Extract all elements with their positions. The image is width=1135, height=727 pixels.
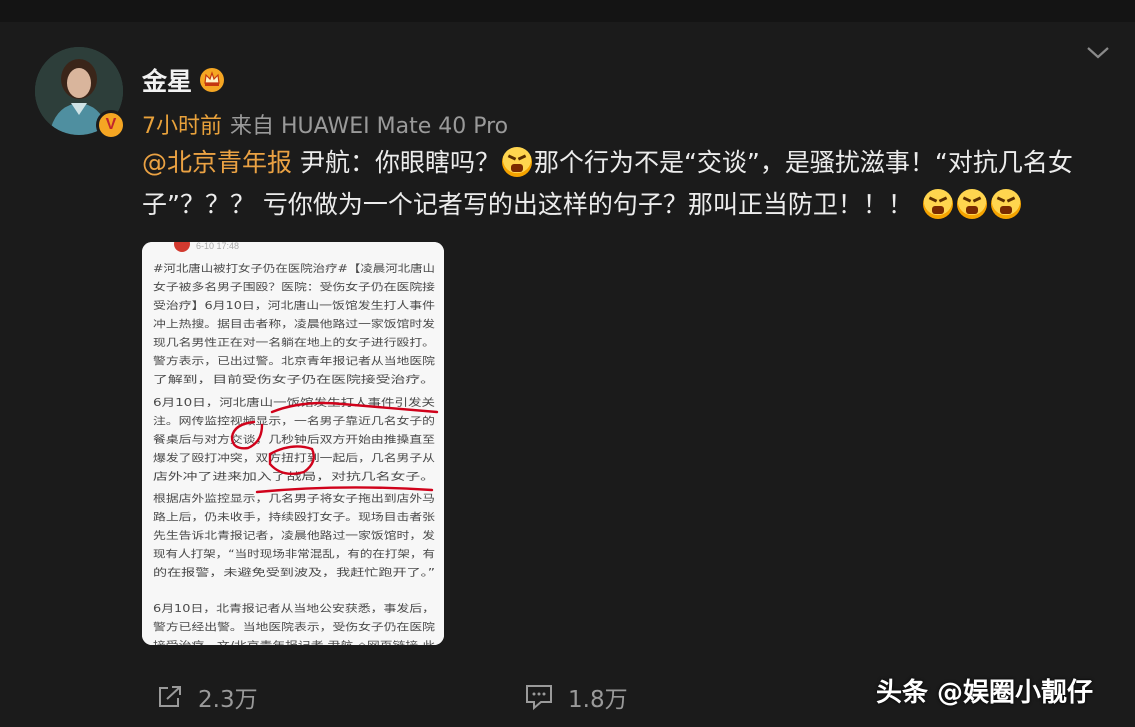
image-text-line: 受治疗】6月10日，河北唐山一饭馆发生打人事件 [153,299,435,312]
image-text-line: 现有人打架，“当时现场非常混乱，有的在打架，有 [153,548,435,561]
weibo-post-card: V 金星 7小时前 来自 HUAWEI Mate 40 Pro @北京青年报 尹航… [0,0,1135,727]
share-button[interactable]: 2.3万 [156,680,258,714]
image-text-line: 警方已经出警。当地医院表示，受伤女子仍在医院 [153,621,436,634]
angry-face-icon [956,189,987,219]
angry-face-icon [501,147,532,177]
post-text: @北京青年报 尹航：你眼瞎吗？ 那个行为不是“交谈”，是骚扰滋事！“对抗几名女子”… [142,142,1092,226]
watermark: 头条 @娱圈小靓仔 [876,678,1094,708]
image-date: 6-10 17:48 [196,242,239,251]
image-text-line: 6月10日，河北唐山一饭馆发生打人事件引发关 [153,396,435,409]
image-text-line: 餐桌后与对方交谈，几秒钟后双方开始由推搡直至 [153,433,435,446]
post-image[interactable]: 6-10 17:48 #河北唐山被打女子仍在医院治疗#【凌晨河北唐山 女子被多名男… [142,242,444,645]
image-text-line: 冲上热搜。据目击者称，凌晨他路过一家饭馆时发 [153,318,436,331]
comment-count: 1.8万 [568,687,628,713]
post-time[interactable]: 7小时前 [142,114,222,139]
news-screenshot: 6-10 17:48 #河北唐山被打女子仍在医院治疗#【凌晨河北唐山女子被多名男… [142,242,444,645]
image-text-line: 爆发了殴打冲突，双方扭打到一起后，几名男子从 [153,452,435,465]
username[interactable]: 金星 [142,62,192,98]
image-text-line: 6月10日，北青报记者从当地公安获悉，事发后， [153,602,435,615]
comment-button[interactable]: 1.8万 [524,680,628,714]
image-text-line: 的在报警，未避免受到波及，我赶忙跑开了。” [153,566,435,579]
chevron-down-icon[interactable] [1085,42,1111,62]
image-text-line: 女子被多名男子围殴？医院：受伤女子仍在医院接 [153,281,435,294]
comment-icon [526,685,552,711]
share-count: 2.3万 [198,687,258,713]
image-text-line: 店外冲了进来加入了战局，对抗几名女子。 [153,470,435,483]
angry-face-icon [922,189,953,219]
image-text-line: 现几名男性正在对一名躺在地上的女子进行殴打。 [153,336,435,349]
image-text-line: #河北唐山被打女子仍在医院治疗#【凌晨河北唐山 [153,262,435,275]
image-text-line: 先生告诉北青报记者，凌晨他路过一家饭馆时，发 [153,529,436,542]
image-text-line: 了解到，目前受伤女子仍在医院接受治疗。 [153,373,435,386]
share-icon [159,686,181,707]
post-source: 来自 HUAWEI Mate 40 Pro [230,114,509,139]
post-text-part-1: 尹航：你眼瞎吗？ [292,148,500,177]
top-edge [0,0,1135,22]
angry-face-icon [990,189,1021,219]
image-text-line: 注。网传监控视频显示，一名男子靠近几名女子的 [153,415,435,428]
image-text-line: 接受治疗。文/北京青年报记者 尹航 ◇网页链接 此 [153,639,436,645]
verified-badge-icon: V [96,110,126,140]
image-text-line: 根据店外监控显示，几名男子将女子拖出到店外马 [153,492,435,505]
mention-link[interactable]: @北京青年报 [142,148,292,177]
post-meta: 7小时前 来自 HUAWEI Mate 40 Pro [142,108,508,140]
image-text-line: 路上后，仍未收手，持续殴打女子。现场目击者张 [153,511,436,524]
image-text-line: 警方表示，已出过警。北京青年报记者从当地医院 [153,355,436,368]
crown-icon [200,68,224,92]
